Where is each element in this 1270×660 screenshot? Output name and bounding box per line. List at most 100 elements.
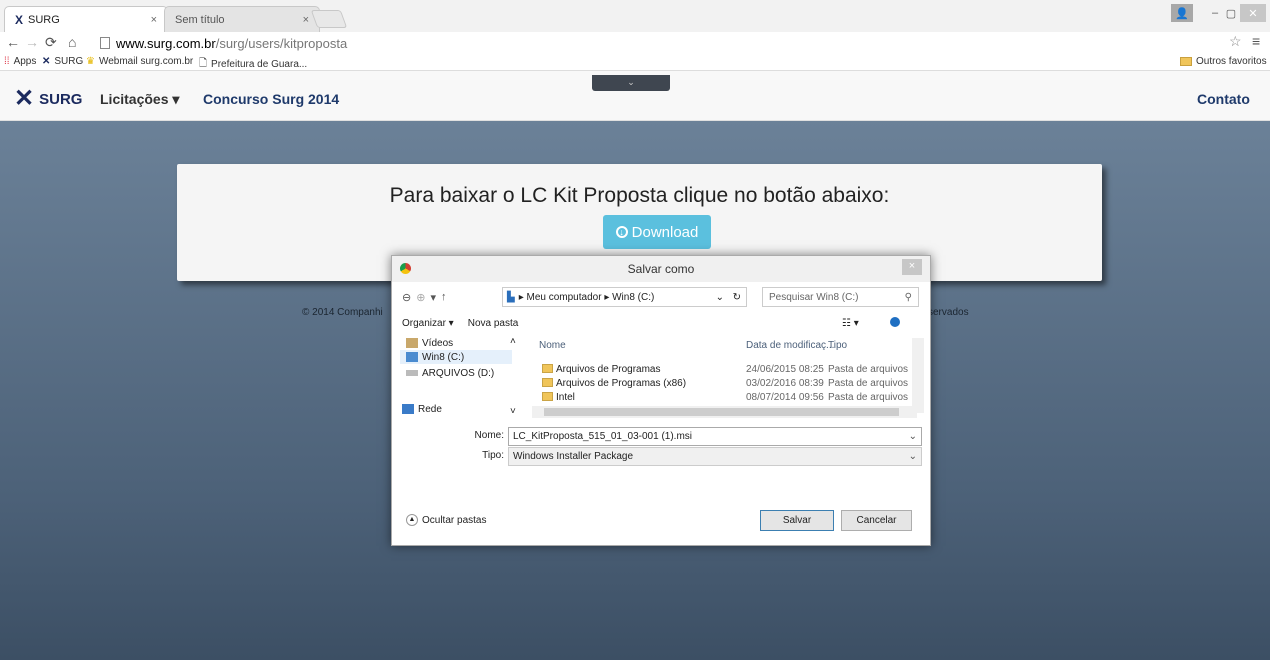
tree-item-arquivos[interactable]: ARQUIVOS (D:) bbox=[406, 366, 494, 380]
panel-heading: Para baixar o LC Kit Proposta clique no … bbox=[389, 184, 890, 207]
dialog-title: Salvar como bbox=[627, 262, 695, 276]
tree-item-videos[interactable]: Vídeos bbox=[406, 336, 453, 350]
help-icon[interactable] bbox=[890, 317, 900, 327]
dialog-close-button[interactable]: × bbox=[902, 259, 922, 275]
filetype-value: Windows Installer Package bbox=[513, 451, 634, 462]
tab-sem-titulo[interactable]: Sem título × bbox=[164, 6, 320, 32]
path-breadcrumb[interactable]: ▙ ▸ Meu computador ▸ Win8 (C:) ⌄ ↻ bbox=[502, 287, 747, 307]
brand-logo[interactable]: ✕ SURG bbox=[14, 87, 82, 111]
close-icon[interactable]: × bbox=[151, 14, 157, 26]
bookmarks-bar: ⁞⁞ Apps ✕ SURG ♛ Webmail surg.com.br 🗋 P… bbox=[0, 54, 1270, 71]
tab-title: Sem título bbox=[175, 13, 225, 26]
tree-item-label: Rede bbox=[418, 403, 442, 415]
cancel-button[interactable]: Cancelar bbox=[841, 510, 912, 531]
file-name: Arquivos de Programas bbox=[556, 364, 661, 375]
reload-icon[interactable]: ⟳ bbox=[45, 34, 57, 51]
filename-row: Nome: LC_KitProposta_515_01_03-001 (1).m… bbox=[402, 427, 922, 446]
up-icon[interactable]: ↑ bbox=[441, 291, 447, 303]
tree-item-rede[interactable]: Rede bbox=[402, 402, 442, 416]
bookmark-star-icon[interactable]: ☆ bbox=[1229, 33, 1242, 50]
folder-icon bbox=[542, 392, 553, 401]
scroll-up-icon[interactable]: ˄ bbox=[510, 336, 516, 347]
vertical-scrollbar[interactable] bbox=[912, 338, 924, 413]
bookmark-label: SURG bbox=[54, 56, 84, 67]
window-close-button[interactable]: ✕ bbox=[1240, 4, 1266, 22]
nav-concurso[interactable]: Concurso Surg 2014 bbox=[203, 91, 339, 107]
tree-item-label: Vídeos bbox=[422, 337, 454, 349]
back-icon[interactable]: ⊖ bbox=[402, 291, 411, 304]
column-date[interactable]: Data de modificaç... bbox=[746, 340, 834, 351]
chevron-down-icon[interactable]: ⌄ bbox=[909, 428, 917, 445]
horizontal-scrollbar[interactable] bbox=[532, 406, 917, 418]
file-date: 24/06/2015 08:25 bbox=[746, 364, 824, 375]
save-as-dialog: Salvar como × ⊖ ⊕ ▾ ↑ ▙ ▸ Meu computador… bbox=[391, 255, 931, 546]
nav-licitacoes-dropdown[interactable]: Licitações ▾ bbox=[100, 91, 179, 108]
refresh-icon[interactable]: ↻ bbox=[733, 292, 741, 303]
chevron-down-icon[interactable]: ⌄ bbox=[716, 292, 724, 303]
hide-folders-toggle[interactable]: ▲ Ocultar pastas bbox=[406, 514, 486, 526]
dialog-titlebar: Salvar como × bbox=[392, 256, 930, 282]
home-icon[interactable]: ⌂ bbox=[68, 34, 76, 50]
collapse-handle[interactable]: ⌄ bbox=[592, 75, 670, 91]
filename-input[interactable]: LC_KitProposta_515_01_03-001 (1).msi ⌄ bbox=[508, 427, 922, 446]
bookmark-surg[interactable]: ✕ SURG bbox=[42, 56, 83, 67]
chevron-down-icon[interactable]: ⌄ bbox=[909, 448, 917, 465]
file-row[interactable]: Intel 08/07/2014 09:56 Pasta de arquivos bbox=[522, 392, 922, 403]
user-icon[interactable]: 👤 bbox=[1171, 4, 1193, 22]
nav-contato[interactable]: Contato bbox=[1197, 91, 1250, 107]
url-host: www.surg.com.br bbox=[116, 35, 216, 51]
filetype-label: Tipo: bbox=[482, 450, 504, 461]
bookmark-label: Apps bbox=[13, 56, 37, 67]
footer-copyright: © 2014 Companhi bbox=[302, 307, 383, 318]
recent-chevron-icon[interactable]: ▾ bbox=[430, 291, 436, 304]
scroll-down-icon[interactable]: ˅ bbox=[510, 406, 516, 417]
dialog-command-bar: Organizar ▾ Nova pasta ☷ ▾ bbox=[402, 314, 922, 332]
bookmark-other[interactable]: Outros favoritos bbox=[1180, 56, 1267, 67]
bookmark-label: Webmail surg.com.br bbox=[98, 56, 194, 67]
organize-menu[interactable]: Organizar ▾ bbox=[402, 318, 454, 329]
brand-name: SURG bbox=[39, 90, 83, 108]
hide-folders-label: Ocultar pastas bbox=[422, 514, 487, 526]
search-input[interactable]: Pesquisar Win8 (C:) ⚲ bbox=[762, 287, 919, 307]
browser-tabstrip: X SURG × Sem título × 👤 – ▢ ✕ bbox=[0, 0, 1270, 32]
file-type: Pasta de arquivos bbox=[828, 378, 909, 389]
close-icon[interactable]: × bbox=[303, 14, 309, 26]
url-path: /surg/users/kitproposta bbox=[215, 35, 348, 51]
folder-icon bbox=[542, 378, 553, 387]
menu-icon[interactable]: ≡ bbox=[1252, 33, 1260, 49]
scroll-thumb[interactable] bbox=[544, 408, 899, 416]
new-tab-button[interactable] bbox=[310, 10, 348, 28]
column-type[interactable]: Tipo bbox=[828, 340, 847, 351]
back-icon[interactable]: ← bbox=[6, 34, 20, 50]
forward-icon[interactable]: → bbox=[25, 34, 39, 50]
file-row[interactable]: Arquivos de Programas 24/06/2015 08:25 P… bbox=[522, 364, 922, 377]
new-folder-button[interactable]: Nova pasta bbox=[468, 318, 519, 329]
filetype-select[interactable]: Windows Installer Package ⌄ bbox=[508, 447, 922, 466]
view-options-icon[interactable]: ☷ ▾ bbox=[842, 318, 859, 329]
tree-item-win8[interactable]: Win8 (C:) bbox=[400, 350, 512, 364]
save-button[interactable]: Salvar bbox=[760, 510, 834, 531]
bookmark-webmail[interactable]: ♛ Webmail surg.com.br bbox=[86, 56, 193, 67]
file-type: Pasta de arquivos bbox=[828, 364, 909, 375]
file-type: Pasta de arquivos bbox=[828, 392, 909, 403]
folder-icon bbox=[542, 364, 553, 373]
address-bar[interactable]: www.surg.com.br/surg/users/kitproposta bbox=[100, 34, 1240, 52]
tree-item-label: Win8 (C:) bbox=[422, 351, 465, 363]
column-name[interactable]: Nome bbox=[539, 340, 566, 351]
network-icon bbox=[402, 404, 414, 414]
download-label: Download bbox=[631, 223, 699, 241]
forward-icon[interactable]: ⊕ bbox=[416, 291, 425, 304]
minimize-button[interactable]: – bbox=[1207, 4, 1223, 22]
tab-surg[interactable]: X SURG × bbox=[4, 6, 168, 32]
chevron-up-icon: ▲ bbox=[406, 514, 418, 526]
download-button[interactable]: ↓ Download bbox=[603, 215, 711, 249]
drive-icon bbox=[406, 352, 418, 362]
navigation-tree: Vídeos Win8 (C:) ARQUIVOS (D:) Rede ˄ ˅ bbox=[398, 336, 522, 422]
page-icon bbox=[100, 37, 110, 49]
maximize-button[interactable]: ▢ bbox=[1223, 4, 1239, 22]
bookmark-apps[interactable]: ⁞⁞ Apps bbox=[4, 56, 36, 67]
chrome-icon bbox=[400, 263, 411, 274]
file-name: Arquivos de Programas (x86) bbox=[556, 378, 687, 389]
browser-toolbar: ← → ⟳ ⌂ www.surg.com.br/surg/users/kitpr… bbox=[0, 32, 1270, 54]
file-row[interactable]: Arquivos de Programas (x86) 03/02/2016 0… bbox=[522, 378, 922, 391]
